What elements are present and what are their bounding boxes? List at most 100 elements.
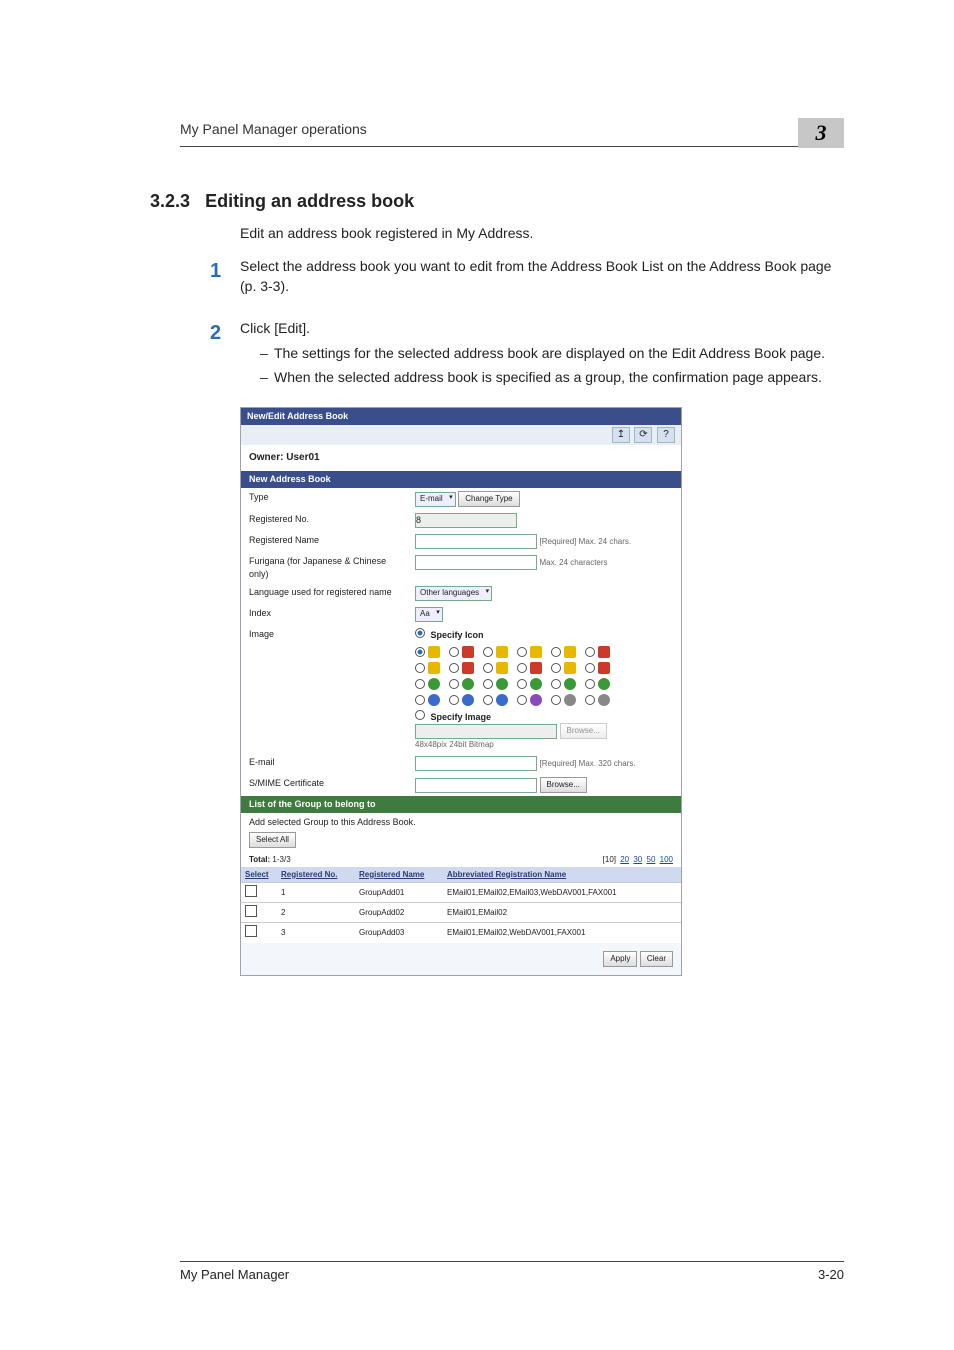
type-select[interactable]: E-mail [415, 492, 456, 507]
icon-option[interactable] [483, 662, 513, 674]
row-checkbox[interactable] [245, 885, 257, 897]
footer-page-number: 3-20 [818, 1266, 844, 1284]
pager-link[interactable]: 30 [633, 855, 642, 864]
pager-link[interactable]: 50 [647, 855, 656, 864]
running-title: My Panel Manager operations [180, 120, 844, 140]
icon-option[interactable] [483, 646, 513, 658]
step-subitem: When the selected address book is specif… [260, 368, 844, 388]
pager-link[interactable]: 100 [660, 855, 673, 864]
icon-option[interactable] [415, 678, 445, 690]
icon-option[interactable] [585, 694, 615, 706]
pager-link[interactable]: 20 [620, 855, 629, 864]
col-select[interactable]: Select [241, 867, 277, 883]
icon-option[interactable] [415, 662, 445, 674]
index-select[interactable]: Aa [415, 607, 443, 622]
registered-name-input[interactable] [415, 534, 537, 549]
image-label: Image [241, 625, 407, 753]
step-text: Select the address book you want to edit… [240, 257, 844, 296]
language-select[interactable]: Other languages [415, 586, 492, 601]
cell-regno: 3 [277, 923, 355, 943]
col-registered-name[interactable]: Registered Name [355, 867, 443, 883]
icon-option[interactable] [517, 662, 547, 674]
browse-button[interactable]: Browse... [560, 723, 607, 739]
row-checkbox[interactable] [245, 925, 257, 937]
icon-option[interactable] [517, 646, 547, 658]
image-hint: 48x48pix 24bit Bitmap [415, 739, 673, 750]
footer-left: My Panel Manager [180, 1266, 289, 1284]
toolbar-help-icon[interactable]: ? [657, 427, 675, 443]
smime-label: S/MIME Certificate [241, 774, 407, 796]
icon-option[interactable] [551, 662, 581, 674]
registered-name-label: Registered Name [241, 531, 407, 552]
specify-icon-radio[interactable] [415, 628, 425, 638]
furigana-input[interactable] [415, 555, 537, 570]
icon-option[interactable] [517, 694, 547, 706]
apply-button[interactable]: Apply [603, 951, 637, 967]
icon-option[interactable] [449, 662, 479, 674]
footer-rule [180, 1261, 844, 1262]
specify-icon-label: Specify Icon [431, 630, 484, 640]
figure-window-title: New/Edit Address Book [241, 408, 681, 425]
icon-option[interactable] [517, 678, 547, 690]
section-title: Editing an address book [205, 191, 414, 211]
section-number: 3.2.3 [150, 191, 190, 211]
section-heading: 3.2.3 Editing an address book [150, 189, 844, 214]
total-label: Total: [249, 855, 270, 864]
col-registered-no[interactable]: Registered No. [277, 867, 355, 883]
step-2: 2 Click [Edit]. The settings for the sel… [210, 319, 844, 392]
icon-option[interactable] [551, 646, 581, 658]
clear-button[interactable]: Clear [640, 951, 673, 967]
figure-edit-address-book: New/Edit Address Book ↥ ⟳ ? Owner: User0… [240, 407, 682, 975]
icon-option[interactable] [585, 678, 615, 690]
email-label: E-mail [241, 753, 407, 774]
icon-option[interactable] [483, 694, 513, 706]
change-type-button[interactable]: Change Type [458, 491, 519, 507]
icon-option[interactable] [449, 646, 479, 658]
furigana-label: Furigana (for Japanese & Chinese only) [241, 552, 407, 583]
registered-name-hint: [Required] Max. 24 chars. [540, 537, 632, 546]
header-rule [180, 146, 844, 147]
cell-regname: GroupAdd02 [355, 903, 443, 923]
registered-no-input[interactable]: 8 [415, 513, 517, 528]
icon-option[interactable] [415, 694, 445, 706]
registered-no-label: Registered No. [241, 510, 407, 531]
cell-regno: 1 [277, 883, 355, 903]
toolbar-refresh-icon[interactable]: ⟳ [634, 427, 652, 443]
panel-new-address-book: New Address Book [241, 471, 681, 488]
icon-option[interactable] [483, 678, 513, 690]
row-checkbox[interactable] [245, 905, 257, 917]
icon-grid [415, 642, 673, 710]
furigana-hint: Max. 24 characters [540, 558, 608, 567]
owner-label: Owner: User01 [241, 445, 681, 471]
cell-regname: GroupAdd03 [355, 923, 443, 943]
step-number: 1 [210, 257, 240, 302]
icon-option[interactable] [585, 646, 615, 658]
icon-option[interactable] [449, 678, 479, 690]
email-input[interactable] [415, 756, 537, 771]
icon-option[interactable] [585, 662, 615, 674]
step-text: Click [Edit]. [240, 319, 844, 339]
toolbar-up-icon[interactable]: ↥ [612, 427, 630, 443]
email-hint: [Required] Max. 320 chars. [540, 759, 636, 768]
cell-abbrev: EMail01,EMail02,WebDAV001,FAX001 [443, 923, 681, 943]
smime-input[interactable] [415, 778, 537, 793]
section-intro: Edit an address book registered in My Ad… [240, 224, 844, 244]
icon-option[interactable] [551, 678, 581, 690]
col-abbrev[interactable]: Abbreviated Registration Name [443, 867, 681, 883]
image-path-input[interactable] [415, 724, 557, 739]
total-value: 1-3/3 [272, 855, 290, 864]
smime-browse-button[interactable]: Browse... [540, 777, 587, 793]
icon-option[interactable] [415, 646, 445, 658]
type-label: Type [241, 488, 407, 510]
icon-option[interactable] [449, 694, 479, 706]
table-row: 1 GroupAdd01 EMail01,EMail02,EMail03,Web… [241, 883, 681, 903]
panel-group-list: List of the Group to belong to [241, 796, 681, 813]
icon-option[interactable] [551, 694, 581, 706]
step-number: 2 [210, 319, 240, 392]
step-subitem: The settings for the selected address bo… [260, 344, 844, 364]
cell-abbrev: EMail01,EMail02 [443, 903, 681, 923]
specify-image-label: Specify Image [431, 712, 492, 722]
select-all-button[interactable]: Select All [249, 832, 296, 848]
panel-group-subtext: Add selected Group to this Address Book. [241, 813, 681, 832]
specify-image-radio[interactable] [415, 710, 425, 720]
